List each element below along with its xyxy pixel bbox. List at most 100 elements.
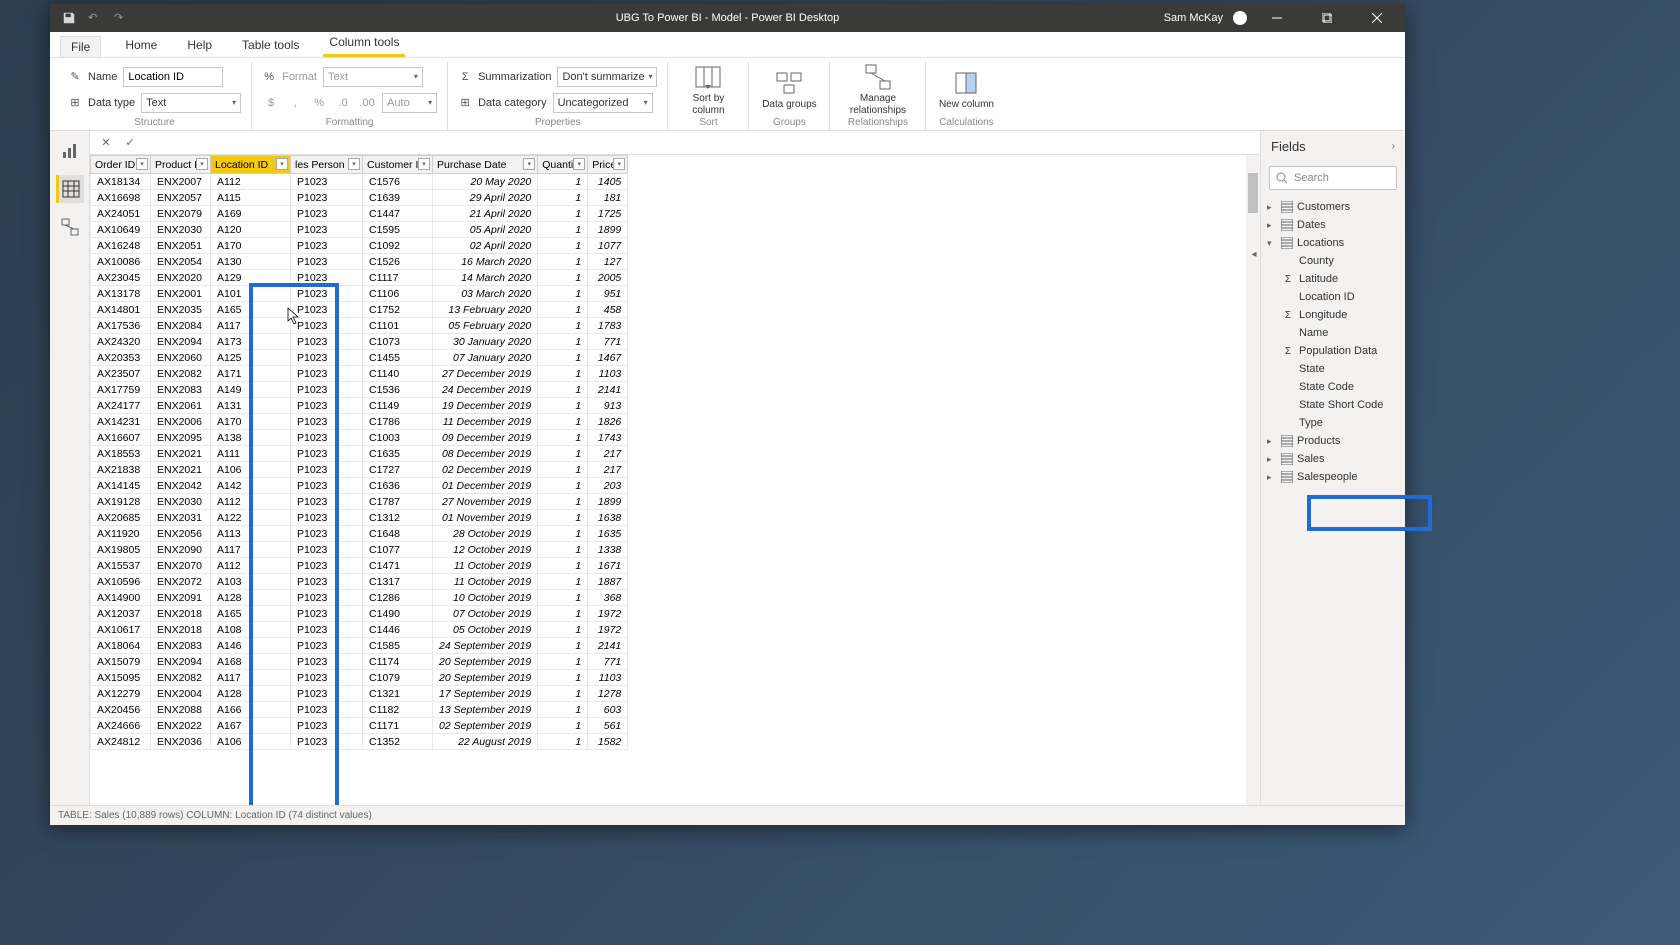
tab-table-tools[interactable]: Table tools xyxy=(236,34,305,57)
table-row[interactable]: AX19805ENX2090A117P1023C107712 October 2… xyxy=(91,542,628,558)
table-cell[interactable]: 02 December 2019 xyxy=(433,462,538,478)
table-cell[interactable]: C1639 xyxy=(363,190,433,206)
field-item[interactable]: Name xyxy=(1261,324,1405,342)
table-cell[interactable]: 11 October 2019 xyxy=(433,574,538,590)
table-cell[interactable]: 20 September 2019 xyxy=(433,670,538,686)
table-cell[interactable]: AX12037 xyxy=(91,606,151,622)
tab-home[interactable]: Home xyxy=(119,34,163,57)
table-cell[interactable]: P1023 xyxy=(291,510,363,526)
table-cell[interactable]: 1 xyxy=(538,190,588,206)
table-row[interactable]: AX10596ENX2072A103P1023C131711 October 2… xyxy=(91,574,628,590)
table-cell[interactable]: C1786 xyxy=(363,414,433,430)
table-cell[interactable]: C1636 xyxy=(363,478,433,494)
filter-dropdown-icon[interactable]: ▾ xyxy=(348,158,360,170)
table-cell[interactable]: A168 xyxy=(211,654,291,670)
table-cell[interactable]: 16 March 2020 xyxy=(433,254,538,270)
table-cell[interactable]: AX19805 xyxy=(91,542,151,558)
table-cell[interactable]: C1585 xyxy=(363,638,433,654)
table-row[interactable]: AX16607ENX2095A138P1023C100309 December … xyxy=(91,430,628,446)
table-cell[interactable]: 1582 xyxy=(588,734,628,750)
table-cell[interactable]: P1023 xyxy=(291,398,363,414)
table-cell[interactable]: ENX2083 xyxy=(151,638,211,654)
table-cell[interactable]: A112 xyxy=(211,174,291,190)
table-cell[interactable]: P1023 xyxy=(291,542,363,558)
table-cell[interactable]: ENX2070 xyxy=(151,558,211,574)
filter-dropdown-icon[interactable]: ▾ xyxy=(613,158,625,170)
save-icon[interactable] xyxy=(62,11,76,25)
table-cell[interactable]: ENX2004 xyxy=(151,686,211,702)
table-cell[interactable]: AX11920 xyxy=(91,526,151,542)
table-cell[interactable]: 02 September 2019 xyxy=(433,718,538,734)
commit-formula-button[interactable]: ✓ xyxy=(122,135,138,151)
table-cell[interactable]: 12 October 2019 xyxy=(433,542,538,558)
table-cell[interactable]: 1972 xyxy=(588,622,628,638)
table-cell[interactable]: 03 March 2020 xyxy=(433,286,538,302)
model-view-button[interactable] xyxy=(56,213,84,241)
table-cell[interactable]: 10 October 2019 xyxy=(433,590,538,606)
table-cell[interactable]: C1317 xyxy=(363,574,433,590)
table-cell[interactable]: ENX2001 xyxy=(151,286,211,302)
data-grid-wrap[interactable]: Order ID▾Product ID▾Location ID▾les Pers… xyxy=(90,155,1260,805)
table-cell[interactable]: 1 xyxy=(538,606,588,622)
table-cell[interactable]: A142 xyxy=(211,478,291,494)
field-table-dates[interactable]: ▸Dates xyxy=(1261,216,1405,234)
table-cell[interactable]: C1471 xyxy=(363,558,433,574)
table-cell[interactable]: ENX2079 xyxy=(151,206,211,222)
table-cell[interactable]: 217 xyxy=(588,446,628,462)
table-cell[interactable]: AX18064 xyxy=(91,638,151,654)
table-cell[interactable]: ENX2056 xyxy=(151,526,211,542)
filter-dropdown-icon[interactable]: ▾ xyxy=(136,158,148,170)
table-cell[interactable]: A108 xyxy=(211,622,291,638)
table-cell[interactable]: ENX2091 xyxy=(151,590,211,606)
table-cell[interactable]: 05 February 2020 xyxy=(433,318,538,334)
table-cell[interactable]: ENX2021 xyxy=(151,462,211,478)
table-cell[interactable]: 1 xyxy=(538,718,588,734)
table-cell[interactable]: 1972 xyxy=(588,606,628,622)
table-cell[interactable]: 1638 xyxy=(588,510,628,526)
table-cell[interactable]: 181 xyxy=(588,190,628,206)
table-cell[interactable]: P1023 xyxy=(291,590,363,606)
table-cell[interactable]: 09 December 2019 xyxy=(433,430,538,446)
table-cell[interactable]: A170 xyxy=(211,238,291,254)
data-groups-button[interactable]: Data groups xyxy=(759,69,819,111)
table-cell[interactable]: ENX2031 xyxy=(151,510,211,526)
table-cell[interactable]: 771 xyxy=(588,654,628,670)
table-cell[interactable]: 08 December 2019 xyxy=(433,446,538,462)
table-cell[interactable]: 13 February 2020 xyxy=(433,302,538,318)
user-name[interactable]: Sam McKay xyxy=(1164,12,1223,24)
table-cell[interactable]: 217 xyxy=(588,462,628,478)
data-grid[interactable]: Order ID▾Product ID▾Location ID▾les Pers… xyxy=(90,155,628,750)
minimize-button[interactable] xyxy=(1257,4,1297,32)
table-cell[interactable]: P1023 xyxy=(291,366,363,382)
table-cell[interactable]: 1 xyxy=(538,494,588,510)
table-cell[interactable]: C1286 xyxy=(363,590,433,606)
table-cell[interactable]: AX19128 xyxy=(91,494,151,510)
format-select[interactable]: Text xyxy=(323,67,423,87)
field-item[interactable]: Location ID xyxy=(1261,288,1405,306)
table-cell[interactable]: 27 November 2019 xyxy=(433,494,538,510)
summarization-select[interactable]: Don't summarize xyxy=(557,67,657,87)
new-column-button[interactable]: New column xyxy=(936,69,996,111)
table-cell[interactable]: 1 xyxy=(538,222,588,238)
table-cell[interactable]: P1023 xyxy=(291,686,363,702)
table-cell[interactable]: 1467 xyxy=(588,350,628,366)
table-row[interactable]: AX12037ENX2018A165P1023C149007 October 2… xyxy=(91,606,628,622)
table-cell[interactable]: ENX2020 xyxy=(151,270,211,286)
table-cell[interactable]: A129 xyxy=(211,270,291,286)
filter-dropdown-icon[interactable]: ▾ xyxy=(523,158,535,170)
table-cell[interactable]: 07 January 2020 xyxy=(433,350,538,366)
table-cell[interactable]: ENX2036 xyxy=(151,734,211,750)
table-cell[interactable]: 1783 xyxy=(588,318,628,334)
table-cell[interactable]: AX20353 xyxy=(91,350,151,366)
field-item[interactable]: ΣLongitude xyxy=(1261,306,1405,324)
fields-search[interactable]: Search xyxy=(1269,166,1397,190)
table-cell[interactable]: 1 xyxy=(538,398,588,414)
auto-select[interactable]: Auto xyxy=(382,93,437,113)
table-row[interactable]: AX10086ENX2054A130P1023C152616 March 202… xyxy=(91,254,628,270)
table-row[interactable]: AX15079ENX2094A168P1023C117420 September… xyxy=(91,654,628,670)
table-cell[interactable]: ENX2060 xyxy=(151,350,211,366)
table-cell[interactable]: ENX2057 xyxy=(151,190,211,206)
table-cell[interactable]: A117 xyxy=(211,542,291,558)
field-item[interactable]: State Short Code xyxy=(1261,396,1405,414)
table-cell[interactable]: A167 xyxy=(211,718,291,734)
